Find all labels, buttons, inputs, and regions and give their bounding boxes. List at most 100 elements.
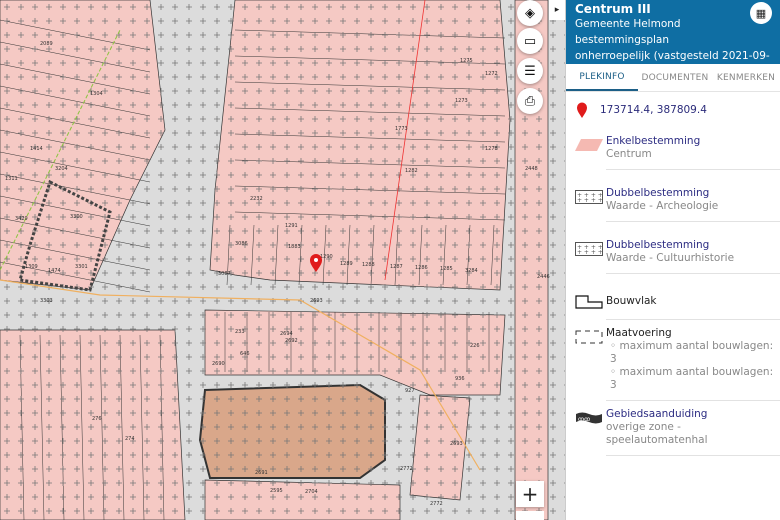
parcel-number: 936 [455,376,465,382]
legend-button[interactable]: ☰ [517,58,543,84]
parcel-number: 1773 [395,126,408,132]
panel-header: Centrum III Gemeente Helmond bestemmings… [566,0,780,64]
legend-item-text: Enkelbestemming Centrum [606,128,780,170]
parcel-number: 1291 [285,223,298,229]
parcel-swatch-icon [572,128,606,152]
legend-item-text: Gebiedsaanduiding overige zone - speelaut… [606,401,780,456]
legend-item-subtitle: Waarde - Archeologie [606,200,719,212]
svg-text:ꝏꝏ: ꝏꝏ [578,416,590,423]
parcel-number: 3087 [218,271,231,277]
legend-item: + + + + + + + + Dubbelbestemming Waarde - C… [566,232,780,284]
parcel-number: 1287 [390,264,403,270]
parcel-number: 1474 [48,268,61,274]
parcel-number: 1414 [30,146,43,152]
parcel-number: 1285 [440,266,453,272]
svg-text:+ + + +: + + + + [577,197,603,204]
printer-icon: ⎙ [524,93,536,109]
map-canvas[interactable]: 2089 1304 1414 3204 1311 3300 3429 1309 1474 3301… [0,0,565,520]
plan-type: bestemmingsplan [575,34,670,46]
legend-item-value: maximum aantal bouwlagen: 3 [610,340,774,365]
building-plane-icon [572,284,606,309]
bullet-icon: ◦ [610,366,620,378]
parcel-number: 1311 [5,176,18,182]
print-button[interactable]: ⎙ [517,88,543,114]
legend-item-text: Dubbelbestemming Waarde - Cultuurhistorie [606,232,780,274]
coordinates-value: 173714.4, 387809.4 [600,104,707,116]
legend-item-text: Dubbelbestemming Waarde - Archeologie [606,180,780,222]
parcel-number: 2694 [280,331,293,337]
parcel-number: 1282 [405,168,418,174]
legend-item-subtitle: ◦ maximum aantal bouwlagen: 3 [606,340,780,366]
parcel-number: 233 [235,329,245,335]
legend-item-text: Bouwvlak [606,284,780,320]
legend-item: Bouwvlak [566,284,780,320]
parcel-number: 226 [470,343,480,349]
legend-item-subtitle: overige zone - speelautomatenhal [606,421,708,446]
parcel-number: 1275 [460,58,473,64]
plan-status: onherroepelijk (vastgesteld 2021-09-28) [575,50,770,62]
ruler-icon: ▭ [523,33,537,49]
zoom-in-button[interactable]: + [516,481,544,507]
tab-documenten[interactable]: DOCUMENTEN [638,64,712,91]
cross-pattern-icon: + + + + + + + + [572,180,606,204]
legend-item-title: Enkelbestemming [606,135,701,147]
tab-bar: PLEKINFO DOCUMENTEN KENMERKEN [566,64,780,92]
dashed-rect-icon [572,320,606,344]
zoom-out-button[interactable] [516,511,544,520]
cross-pattern-icon: + + + + + + + + [572,232,606,256]
location-pin-icon [577,102,587,118]
municipality: Gemeente Helmond [575,18,681,30]
parcel-number: 3303 [40,298,53,304]
list-icon: ☰ [524,63,536,79]
parcel-number: 2446 [537,274,550,280]
parcel-number: 2704 [305,489,318,495]
tab-kenmerken[interactable]: KENMERKEN [712,64,780,91]
parcel-number: 2692 [285,338,298,344]
parcel-number: 3301 [75,264,88,270]
map-layer: 2089 1304 1414 3204 1311 3300 3429 1309 1474 3301… [0,0,565,520]
coordinates-row: 173714.4, 387809.4 [566,92,780,128]
parcel-number: 2232 [250,196,263,202]
parcel-number: 3429 [15,216,28,222]
parcel-number: 2448 [525,166,538,172]
parcel-number: 3300 [70,214,83,220]
parcel-number: 2772 [430,501,443,507]
parcel-number: 1273 [455,98,468,104]
parcel-number: 3284 [465,268,478,274]
layers-icon: ◈ [525,5,535,21]
parcel-number: 1286 [415,265,428,271]
parcel-number: 1883 [288,244,301,250]
parcel-number: 1288 [362,262,375,268]
parcel-number: 2693 [450,441,463,447]
info-panel: Centrum III Gemeente Helmond bestemmings… [565,0,780,520]
qr-button[interactable]: ▦ [750,2,772,24]
measure-button[interactable]: ▭ [517,28,543,54]
legend-item-title: Dubbelbestemming [606,239,710,251]
layers-button[interactable]: ◈ [517,0,543,26]
legend-item-value: maximum aantal bouwlagen: 3 [610,366,774,391]
svg-text:+ + + +: + + + + [577,249,603,256]
legend-item-subtitle: Centrum [606,148,652,160]
parcel-number: 2690 [212,361,225,367]
legend-item: + + + + + + + + Dubbelbestemming Waarde - A… [566,180,780,232]
legend-item-title: Gebiedsaanduiding [606,408,708,420]
tab-plekinfo[interactable]: PLEKINFO [566,64,638,91]
legend-item: Maatvoering ◦ maximum aantal bouwlagen: 3… [566,320,780,401]
legend-item: ꝏꝏ Gebiedsaanduiding overige zone - speela… [566,401,780,456]
parcel-number: 3086 [235,241,248,247]
parcel-number: 1289 [340,261,353,267]
parcel-number: 276 [92,416,102,422]
legend-item-subtitle: Waarde - Cultuurhistorie [606,252,735,264]
legend-item: Enkelbestemming Centrum [566,128,780,180]
parcel-number: 927 [405,388,415,394]
parcel-number: 274 [125,436,135,442]
parcel-number: 3204 [55,166,68,172]
parcel-number: 2595 [270,488,283,494]
parcel-number: 2772 [400,466,413,472]
legend-item-title: Maatvoering [606,327,672,339]
collapse-panel-button[interactable]: ▸ [549,0,565,20]
legend-item-title: Bouwvlak [606,295,657,307]
parcel-number: 646 [240,351,250,357]
bullet-icon: ◦ [610,340,620,352]
parcel-number: 1309 [25,264,38,270]
